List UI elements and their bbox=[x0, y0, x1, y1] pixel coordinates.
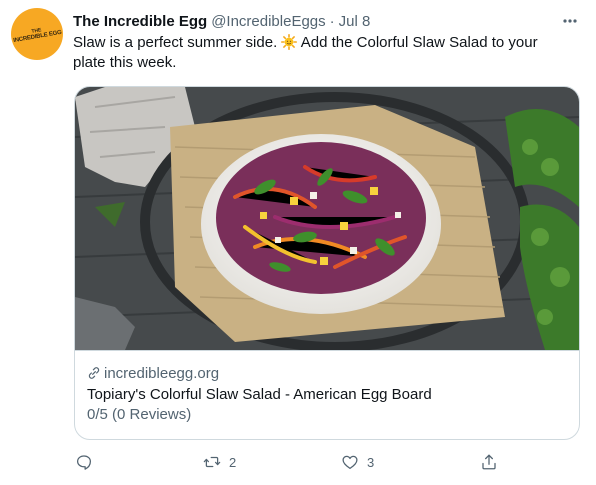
retweet-button[interactable]: 2 bbox=[203, 448, 236, 476]
tweet-actions: 2 3 bbox=[0, 448, 596, 476]
link-icon bbox=[88, 367, 100, 379]
salad-photo[interactable] bbox=[75, 87, 579, 350]
like-button[interactable]: 3 bbox=[341, 448, 374, 476]
link-card[interactable]: incredibleegg.org Topiary's Colorful Sla… bbox=[74, 86, 580, 440]
like-icon bbox=[342, 455, 358, 470]
reply-button[interactable] bbox=[75, 448, 101, 476]
avatar-logo: THE INCREDIBLE EGG bbox=[12, 9, 63, 60]
avatar[interactable]: THE INCREDIBLE EGG bbox=[11, 8, 63, 60]
card-title: Topiary's Colorful Slaw Salad - American… bbox=[87, 386, 432, 403]
share-icon bbox=[482, 454, 496, 470]
more-icon[interactable] bbox=[558, 10, 582, 32]
card-info[interactable]: incredibleegg.org Topiary's Colorful Sla… bbox=[75, 350, 579, 439]
tweet: THE INCREDIBLE EGG The Incredible Egg @I… bbox=[0, 0, 596, 485]
tweet-header: The Incredible Egg @IncredibleEggs · Jul… bbox=[73, 11, 370, 31]
share-button[interactable] bbox=[480, 448, 506, 476]
author-handle[interactable]: @IncredibleEggs bbox=[211, 13, 325, 30]
sun-emoji-icon bbox=[281, 34, 298, 50]
tweet-text: Slaw is a perfect summer side. Add the C… bbox=[73, 33, 573, 73]
tweet-text-part1: Slaw is a perfect summer side. bbox=[73, 34, 278, 51]
reply-icon bbox=[76, 455, 92, 470]
card-domain-row: incredibleegg.org bbox=[87, 363, 567, 383]
card-description: 0/5 (0 Reviews) bbox=[87, 406, 192, 423]
tweet-date[interactable]: Jul 8 bbox=[339, 13, 371, 30]
author-name[interactable]: The Incredible Egg bbox=[73, 13, 207, 30]
retweet-count: 2 bbox=[229, 454, 237, 470]
card-domain: incredibleegg.org bbox=[104, 364, 220, 382]
separator-dot: · bbox=[329, 12, 335, 30]
like-count: 3 bbox=[367, 454, 375, 470]
retweet-icon bbox=[203, 456, 221, 468]
